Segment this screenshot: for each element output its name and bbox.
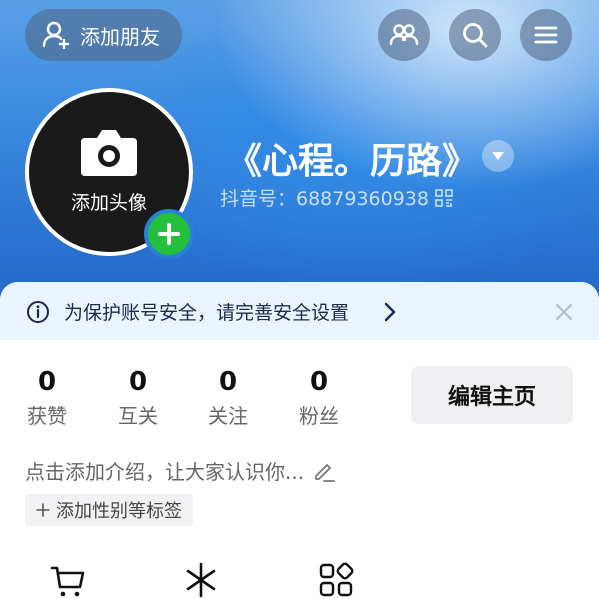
add-friend-button[interactable]: 添加朋友 xyxy=(25,9,182,61)
friends-button[interactable] xyxy=(378,9,430,61)
caret-down-icon xyxy=(492,152,504,160)
stat-value: 0 xyxy=(128,367,148,397)
pencil-icon xyxy=(315,463,335,482)
stat-followers[interactable]: 0 粉丝 xyxy=(289,366,349,429)
add-tag-button[interactable]: 添加性别等标签 xyxy=(25,494,193,526)
stat-likes[interactable]: 0 获赞 xyxy=(17,366,77,429)
qr-code-icon xyxy=(435,188,453,207)
sparkle-icon[interactable] xyxy=(183,562,219,598)
bio-placeholder: 点击添加介绍，让大家认识你... xyxy=(25,460,305,484)
profile-header: 添加朋友 添加头像 《心程。历路》 抖音号：68879360938 xyxy=(0,0,599,330)
camera-icon xyxy=(81,129,137,176)
add-user-icon xyxy=(42,21,70,50)
stat-mutual[interactable]: 0 互关 xyxy=(108,366,168,429)
stat-label: 粉丝 xyxy=(299,404,339,428)
menu-button[interactable] xyxy=(520,9,572,61)
add-tag-label: 添加性别等标签 xyxy=(56,501,182,522)
close-icon[interactable] xyxy=(553,301,575,323)
add-friend-label: 添加朋友 xyxy=(80,24,160,49)
apps-icon[interactable] xyxy=(318,562,354,598)
stat-value: 0 xyxy=(309,367,329,397)
plus-icon xyxy=(36,503,50,517)
menu-icon xyxy=(534,26,558,44)
chevron-right-icon xyxy=(384,302,396,322)
nickname[interactable]: 《心程。历路》 xyxy=(226,132,478,184)
security-banner[interactable]: 为保护账号安全，请完善安全设置 xyxy=(0,282,599,340)
stat-value: 0 xyxy=(37,367,57,397)
friends-icon xyxy=(389,24,419,46)
account-switch-button[interactable] xyxy=(482,140,514,172)
douyin-id-text: 抖音号：68879360938 xyxy=(220,188,429,210)
profile-sheet: 为保护账号安全，请完善安全设置 xyxy=(0,282,599,599)
douyin-id[interactable]: 抖音号：68879360938 xyxy=(220,184,453,211)
avatar-label: 添加头像 xyxy=(70,191,147,214)
security-banner-text: 为保护账号安全，请完善安全设置 xyxy=(64,302,350,324)
search-icon xyxy=(463,23,488,48)
stat-label: 互关 xyxy=(118,404,158,428)
search-button[interactable] xyxy=(449,9,501,61)
stat-following[interactable]: 0 关注 xyxy=(198,366,258,429)
bio-field[interactable]: 点击添加介绍，让大家认识你... xyxy=(25,456,336,485)
avatar-add-button[interactable] xyxy=(144,209,194,259)
stat-value: 0 xyxy=(218,367,238,397)
stat-label: 关注 xyxy=(208,404,248,428)
edit-profile-button[interactable]: 编辑主页 xyxy=(411,366,573,424)
cart-icon[interactable] xyxy=(50,562,86,598)
stat-label: 获赞 xyxy=(27,404,67,428)
info-icon xyxy=(27,301,49,323)
plus-icon xyxy=(158,223,180,245)
